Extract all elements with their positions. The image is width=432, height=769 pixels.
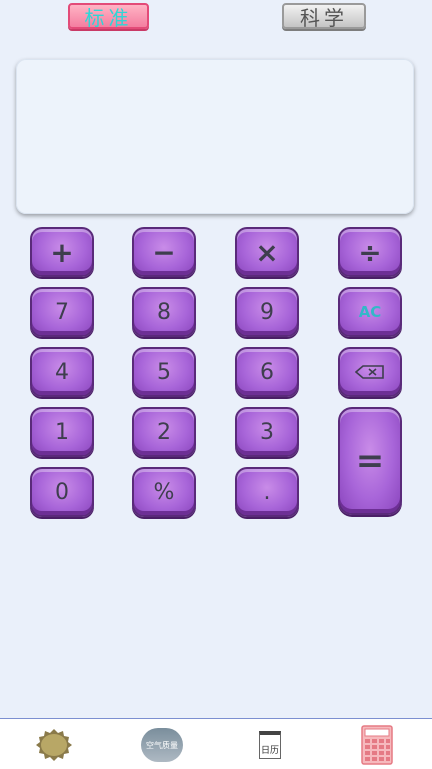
backspace-icon [355, 365, 384, 379]
calendar-label: 日历 [260, 746, 279, 756]
backspace-key[interactable] [338, 347, 402, 397]
digit-5-key[interactable]: 5 [132, 347, 196, 397]
air-quality-label: 空气质量 [146, 740, 178, 750]
calendar-icon: 日历 [259, 731, 281, 759]
digit-8-key[interactable]: 8 [132, 287, 196, 337]
bottom-nav: 空气质量 日历 [0, 718, 432, 769]
minus-key[interactable]: − [132, 227, 196, 277]
digit-9-key[interactable]: 9 [235, 287, 299, 337]
plus-key[interactable]: + [30, 227, 94, 277]
nav-item-calendar[interactable]: 日历 [255, 725, 285, 765]
digit-2-key[interactable]: 2 [132, 407, 196, 457]
equals-key[interactable]: = [338, 407, 402, 515]
nav-item-calculator-grid[interactable] [360, 725, 394, 765]
multiply-key[interactable]: × [235, 227, 299, 277]
percent-key[interactable]: % [132, 467, 196, 517]
calculator-icon [361, 725, 393, 765]
digit-1-key[interactable]: 1 [30, 407, 94, 457]
tab-scientific[interactable]: 科学 [282, 3, 366, 30]
nav-item-air-quality[interactable]: 空气质量 [140, 725, 184, 765]
tab-standard[interactable]: 标准 [68, 3, 149, 30]
clear-key[interactable]: AC [338, 287, 402, 337]
digit-6-key[interactable]: 6 [235, 347, 299, 397]
digit-4-key[interactable]: 4 [30, 347, 94, 397]
air-quality-icon: 空气质量 [141, 728, 183, 762]
divide-key[interactable]: ÷ [338, 227, 402, 277]
digit-0-key[interactable]: 0 [30, 467, 94, 517]
digit-3-key[interactable]: 3 [235, 407, 299, 457]
digit-7-key[interactable]: 7 [30, 287, 94, 337]
gear-badge-icon [36, 729, 72, 761]
decimal-point-key[interactable]: . [235, 467, 299, 517]
result-display [16, 59, 414, 214]
nav-item-calculator[interactable] [34, 725, 74, 765]
